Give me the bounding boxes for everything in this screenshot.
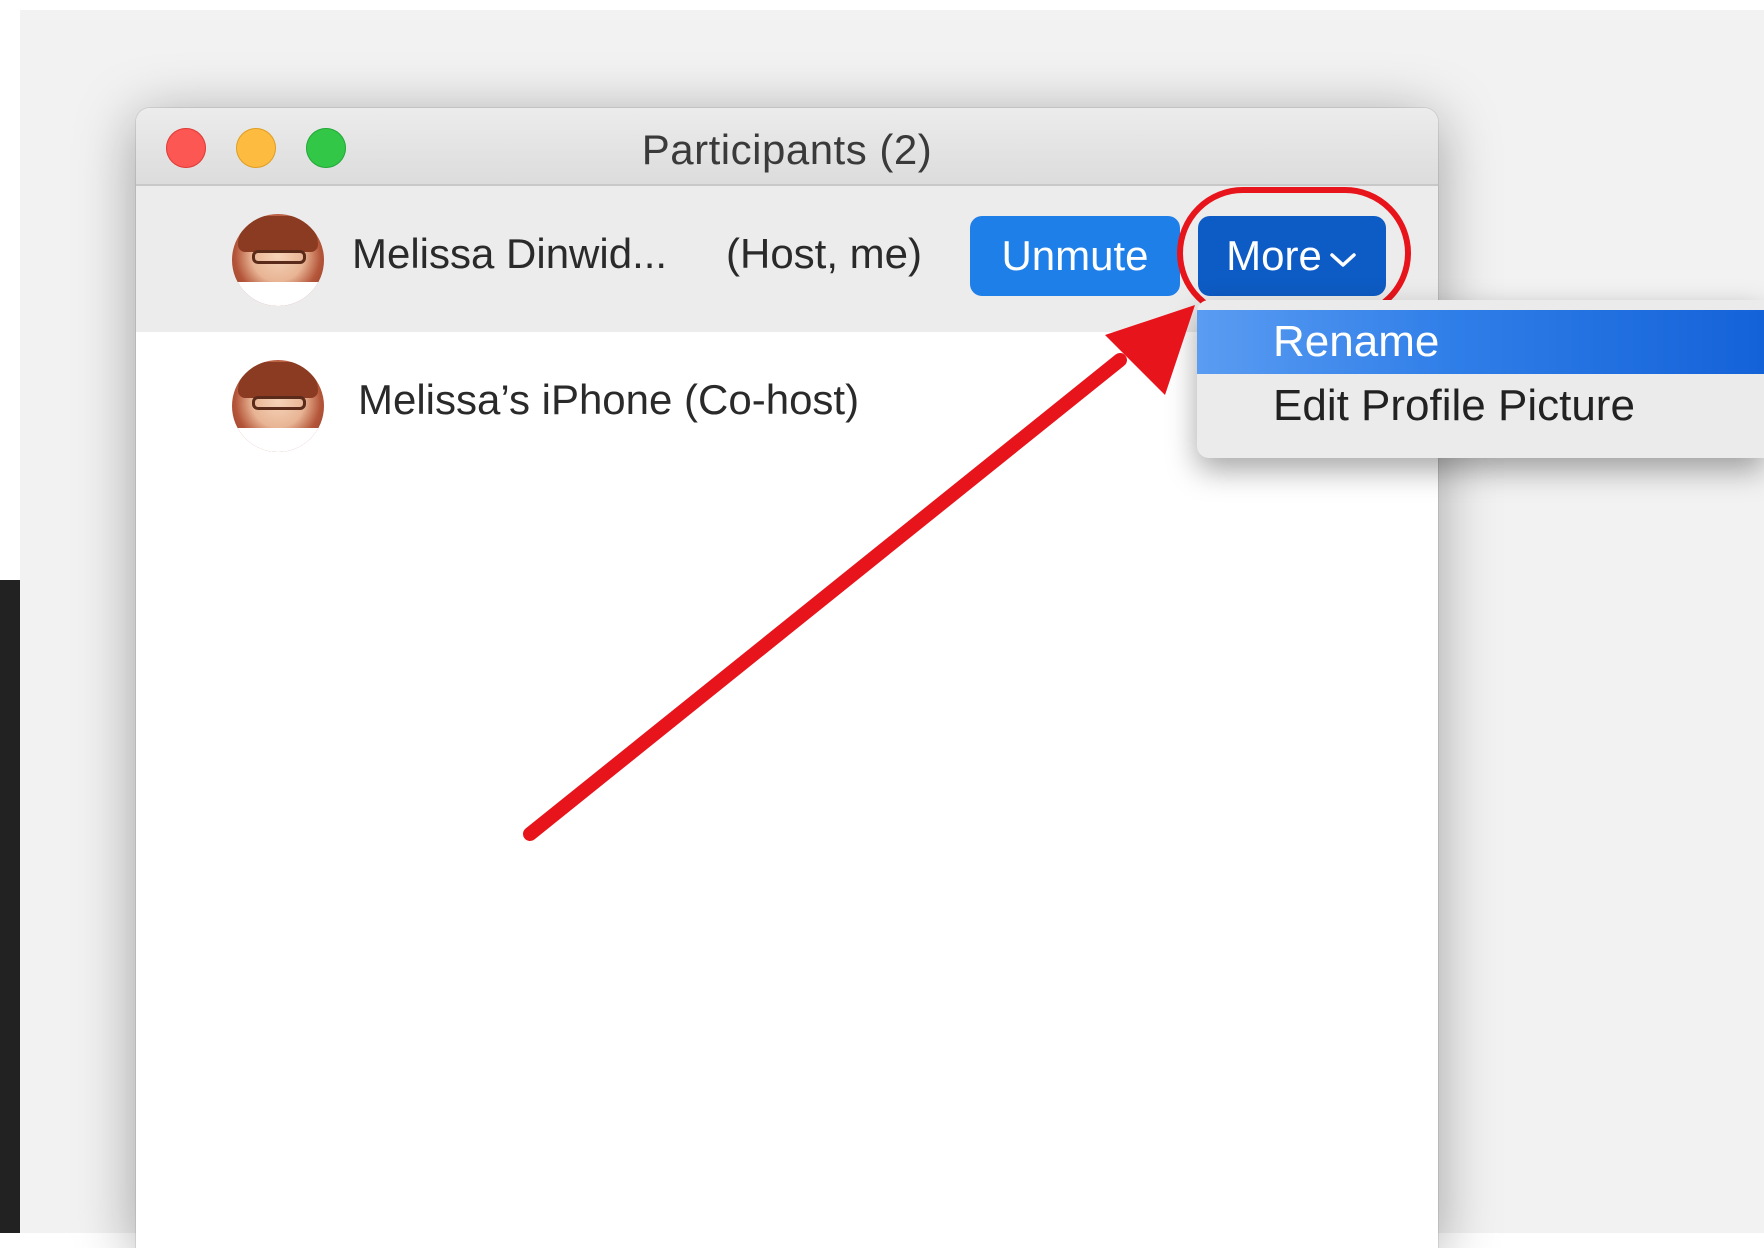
- avatar-hair-shape: [238, 216, 318, 252]
- avatar-shirt-shape: [232, 282, 324, 306]
- participant-name: Melissa’s iPhone (Co-host): [358, 376, 860, 423]
- participant-role: (Host, me): [726, 230, 923, 277]
- unmute-button[interactable]: Unmute: [970, 216, 1180, 296]
- background-dark-edge: [0, 580, 20, 1233]
- participant-name: Melissa Dinwid...: [352, 230, 668, 277]
- title-bar: Participants (2): [136, 108, 1438, 186]
- menu-item-rename[interactable]: Rename: [1197, 310, 1764, 374]
- menu-item-edit-profile-picture[interactable]: Edit Profile Picture: [1197, 374, 1764, 438]
- avatar-shirt-shape: [232, 428, 324, 452]
- window-title: Participants (2): [641, 126, 933, 173]
- avatar: [232, 360, 324, 452]
- avatar-hair-shape: [238, 362, 318, 398]
- avatar: [232, 214, 324, 306]
- more-dropdown-menu: Rename Edit Profile Picture: [1197, 300, 1764, 458]
- avatar-glasses-shape: [252, 250, 306, 264]
- avatar-glasses-shape: [252, 396, 306, 410]
